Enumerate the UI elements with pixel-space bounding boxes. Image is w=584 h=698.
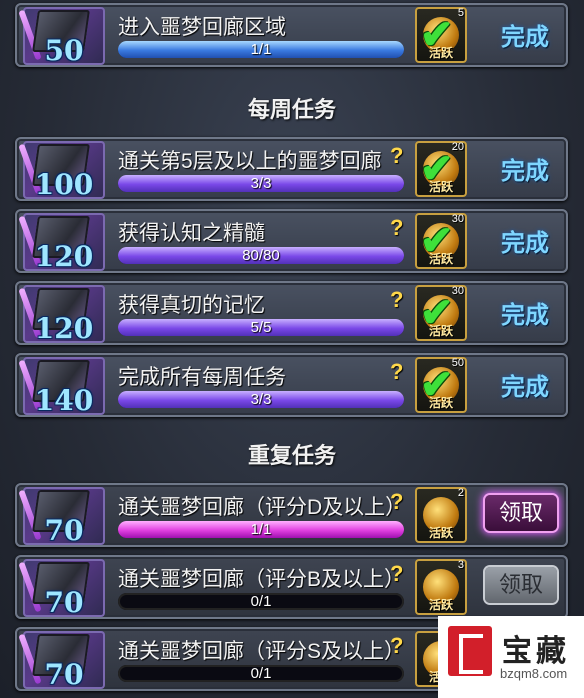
progress-bar: 0/1	[118, 665, 404, 682]
progress-text: 5/5	[250, 319, 272, 336]
status-complete: 完成	[501, 374, 549, 401]
section-title-repeat: 重复任务	[247, 443, 336, 469]
task-badge: 120	[18, 213, 105, 273]
status-complete: 完成	[501, 230, 549, 257]
task-badge: 140	[18, 357, 105, 417]
reward-label: 活跃	[428, 598, 453, 612]
claim-button[interactable]: 领取	[485, 567, 557, 603]
task-title: 获得认知之精髓	[118, 222, 265, 245]
task-badge: 120	[18, 285, 105, 345]
progress-text: 3/3	[250, 175, 272, 192]
task-badge: 50	[18, 7, 105, 67]
progress-bar: 5/5	[118, 319, 404, 336]
badge-level: 70	[44, 586, 84, 619]
help-icon[interactable]: ?	[390, 287, 403, 313]
progress-text: 1/1	[250, 521, 272, 538]
help-icon[interactable]: ?	[390, 489, 403, 515]
reward-label: 活跃	[428, 180, 453, 194]
reward-count: 30	[451, 285, 464, 297]
badge-level: 120	[34, 312, 94, 345]
reward-count: 5	[457, 7, 464, 19]
progress-bar: 1/1	[118, 521, 404, 538]
reward-slot[interactable]: ✔ 20 活跃	[415, 141, 467, 197]
progress-text: 1/1	[250, 41, 272, 58]
reward-count: 30	[451, 213, 464, 225]
task-title: 通关噩梦回廊（评分D及以上）	[118, 496, 407, 519]
badge-level: 70	[44, 658, 84, 691]
task-row: 120 获得认知之精髓 ? 80/80 ✔ 30 活跃 完成	[15, 209, 568, 273]
reward-label: 活跃	[428, 46, 453, 60]
help-icon[interactable]: ?	[390, 633, 403, 659]
task-badge: 70	[18, 487, 105, 547]
task-title: 通关噩梦回廊（评分S及以上）	[118, 640, 406, 663]
section-title-weekly: 每周任务	[247, 97, 336, 123]
task-row: 120 获得真切的记忆 ? 5/5 ✔ 30 活跃 完成	[15, 281, 568, 345]
task-row: 140 完成所有每周任务 ? 3/3 ✔ 50 活跃 完成	[15, 353, 568, 417]
status-complete: 完成	[501, 302, 549, 329]
reward-slot[interactable]: 3 活跃	[415, 559, 467, 615]
reward-count: 50	[451, 357, 464, 369]
task-row: 100 通关第5层及以上的噩梦回廊 ? 3/3 ✔ 20 活跃 完成	[15, 137, 568, 201]
badge-level: 50	[44, 34, 84, 67]
progress-bar: 3/3	[118, 175, 404, 192]
reward-slot[interactable]: ✔ 5 活跃	[415, 7, 467, 63]
reward-label: 活跃	[428, 396, 453, 410]
watermark: 宝藏 bzqm8.com	[438, 616, 584, 698]
task-badge: 70	[18, 559, 105, 619]
help-icon[interactable]: ?	[390, 143, 403, 169]
help-icon[interactable]: ?	[390, 561, 403, 587]
reward-count: 2	[457, 487, 464, 499]
progress-bar: 0/1	[118, 593, 404, 610]
reward-label: 活跃	[428, 526, 453, 540]
reward-count: 3	[457, 559, 464, 571]
reward-label: 活跃	[428, 324, 453, 338]
reward-slot[interactable]: ✔ 30 活跃	[415, 285, 467, 341]
task-title: 通关噩梦回廊（评分B及以上）	[118, 568, 406, 591]
progress-bar: 1/1	[118, 41, 404, 58]
task-row: 70 通关噩梦回廊（评分B及以上） ? 0/1 3 活跃 领取	[15, 555, 568, 619]
reward-slot[interactable]: ✔ 50 活跃	[415, 357, 467, 413]
reward-slot[interactable]: 2 活跃	[415, 487, 467, 543]
badge-level: 140	[34, 384, 94, 417]
progress-text: 3/3	[250, 391, 272, 408]
task-row: 50 进入噩梦回廊区域 1/1 ✔ 5 活跃 完成	[15, 3, 568, 67]
claim-button[interactable]: 领取	[485, 495, 557, 531]
progress-bar: 3/3	[118, 391, 404, 408]
progress-text: 80/80	[242, 247, 280, 264]
task-title: 进入噩梦回廊区域	[118, 16, 286, 39]
watermark-logo-icon	[448, 626, 492, 676]
reward-slot[interactable]: ✔ 30 活跃	[415, 213, 467, 269]
reward-count: 20	[451, 141, 464, 153]
help-icon[interactable]: ?	[390, 215, 403, 241]
status-complete: 完成	[501, 24, 549, 51]
reward-label: 活跃	[428, 252, 453, 266]
progress-text: 0/1	[250, 665, 272, 682]
badge-level: 120	[34, 240, 94, 273]
badge-level: 70	[44, 514, 84, 547]
watermark-brand: 宝藏	[502, 635, 570, 668]
task-badge: 70	[18, 631, 105, 691]
task-badge: 100	[18, 141, 105, 201]
task-row: 70 通关噩梦回廊（评分D及以上） ? 1/1 2 活跃 领取	[15, 483, 568, 547]
task-title: 通关第5层及以上的噩梦回廊	[118, 150, 382, 173]
task-title: 获得真切的记忆	[118, 294, 265, 317]
task-title: 完成所有每周任务	[118, 366, 286, 389]
badge-level: 100	[34, 168, 94, 201]
progress-text: 0/1	[250, 593, 272, 610]
progress-bar: 80/80	[118, 247, 404, 264]
status-complete: 完成	[501, 158, 549, 185]
help-icon[interactable]: ?	[390, 359, 403, 385]
watermark-url: bzqm8.com	[500, 666, 568, 681]
